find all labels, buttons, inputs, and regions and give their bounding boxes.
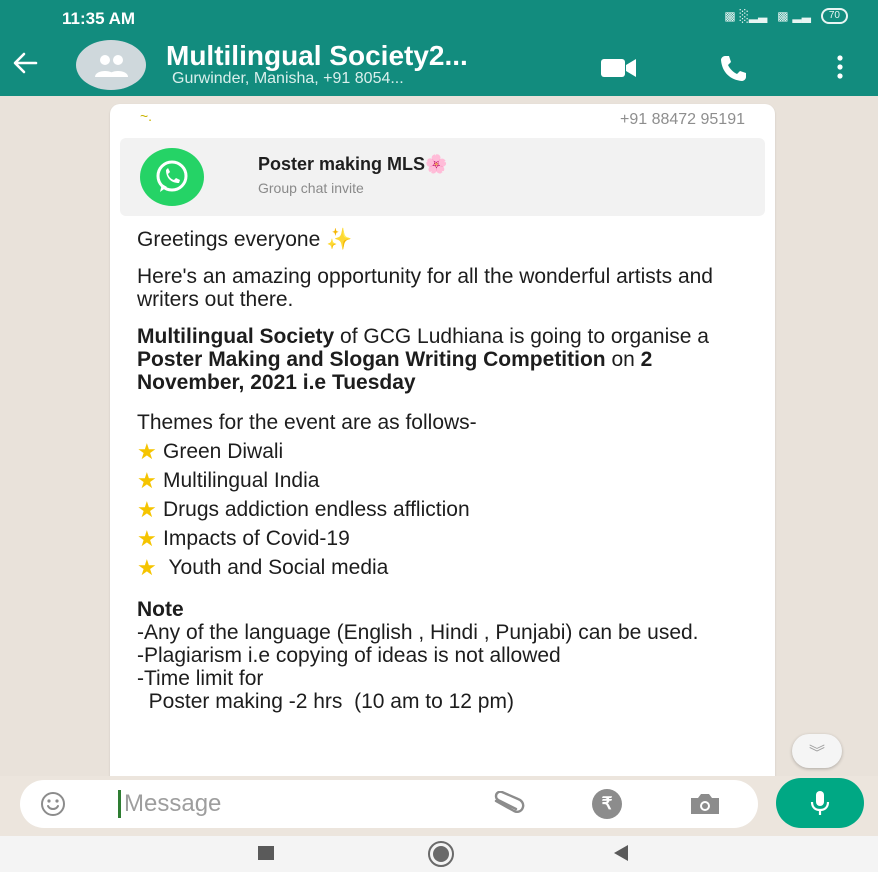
theme-item: ★ Drugs addiction endless affliction [137,495,752,524]
star-icon: ★ [137,439,157,464]
chat-title[interactable]: Multilingual Society2... [166,40,468,72]
note-line: -Plagiarism i.e copying of ideas is not … [137,644,561,667]
theme-label: Multilingual India [163,469,320,492]
note-line: Poster making -2 hrs (10 am to 12 pm) [137,690,514,713]
camera-icon[interactable] [688,791,722,817]
signal-icon: ▩ ░▂▃ [724,9,768,23]
status-time: 11:35 AM [62,9,136,28]
org-name: Multilingual Society [137,325,335,348]
star-icon: ★ [137,526,157,551]
theme-item: ★ Green Diwali [137,437,752,466]
emoji-icon[interactable] [40,791,66,817]
double-chevron-down-icon: ︾ [808,745,825,762]
note-line: -Time limit for [137,667,264,690]
message-text: Greetings everyone ✨ Here's an amazing o… [137,228,752,713]
system-nav-bar [0,836,878,872]
chat-area[interactable]: ~. +91 88472 95191 Poster making MLS🌸 Gr… [0,96,878,776]
attach-icon[interactable] [490,791,530,817]
text-cursor [118,790,121,818]
whatsapp-logo [140,148,204,206]
invite-title: Poster making MLS🌸 [258,154,448,174]
themes-heading: Themes for the event are as follows- [137,411,477,434]
announcement-part-1: of GCG Ludhiana is going to organise a [334,325,709,348]
rupee-payment-icon[interactable]: ₹ [592,789,622,819]
theme-item: ★ Impacts of Covid-19 [137,524,752,553]
home-icon[interactable] [428,841,454,867]
scroll-down-button[interactable]: ︾ [792,734,842,768]
star-icon: ★ [137,555,157,580]
whatsapp-icon [156,160,188,192]
star-icon: ★ [137,497,157,522]
microphone-icon [810,791,830,815]
theme-item: ★ Multilingual India [137,466,752,495]
signal-icon-2: ▩ ▂▃ [777,9,811,23]
chat-header: 11:35 AM ▩ ░▂▃ ▩ ▂▃ 70 Multilingual Soci… [0,0,878,96]
nav-back-icon[interactable] [614,845,628,861]
message-input[interactable] [124,788,484,820]
more-options-icon[interactable] [832,52,848,82]
sender-name: ~. [140,108,153,124]
group-invite-card[interactable]: Poster making MLS🌸 Group chat invite [120,138,765,216]
message-bubble[interactable]: ~. +91 88472 95191 Poster making MLS🌸 Gr… [110,104,775,776]
status-icons: ▩ ░▂▃ ▩ ▂▃ 70 [724,8,848,24]
group-avatar[interactable] [76,40,146,90]
note-heading: Note [137,598,184,621]
invite-subtitle: Group chat invite [258,180,364,196]
home-dot [433,846,449,862]
greeting-text: Greetings everyone ✨ [137,228,353,251]
theme-label: Green Diwali [163,440,284,463]
event-name: Poster Making and Slogan Writing Competi… [137,348,606,371]
theme-label: Impacts of Covid-19 [163,527,350,550]
sender-phone[interactable]: +91 88472 95191 [620,111,745,129]
voice-call-icon[interactable] [718,52,750,84]
announcement-text: Multilingual Society of GCG Ludhiana is … [137,325,752,394]
battery-icon: 70 [820,8,848,24]
theme-label: Youth and Social media [163,556,389,579]
group-icon [95,55,128,77]
video-call-icon[interactable] [600,56,638,80]
mic-button[interactable] [776,778,864,828]
recent-apps-icon[interactable] [258,846,274,860]
announcement-part-2: on [605,348,641,371]
intro-text: Here's an amazing opportunity for all th… [137,265,713,311]
sender-row: ~. +91 88472 95191 [110,104,775,134]
theme-label: Drugs addiction endless affliction [163,498,470,521]
back-arrow-icon[interactable] [10,48,40,78]
message-input-bar: ₹ [20,780,758,828]
theme-item: ★ Youth and Social media [137,553,752,582]
star-icon: ★ [137,468,157,493]
chat-participants[interactable]: Gurwinder, Manisha, +91 8054... [172,70,404,88]
note-line: -Any of the language (English , Hindi , … [137,621,699,644]
